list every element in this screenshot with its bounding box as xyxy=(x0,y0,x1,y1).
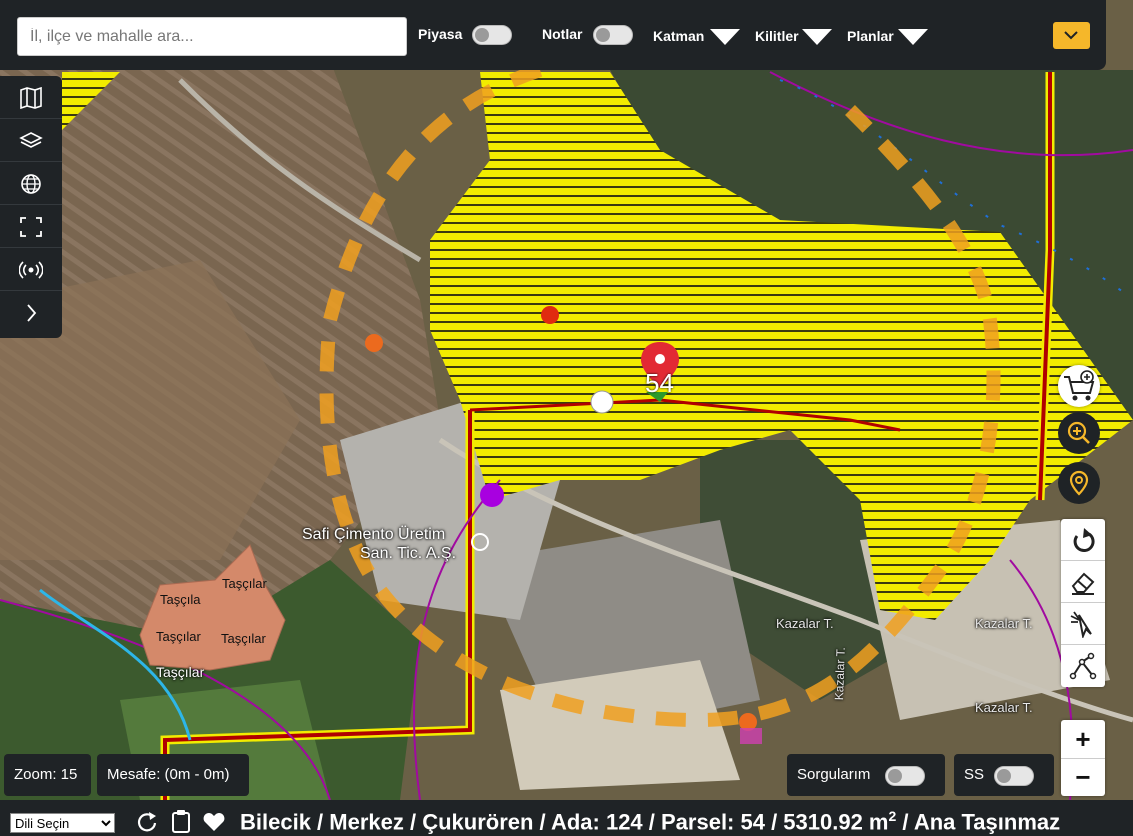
poi-dot-white[interactable] xyxy=(590,390,614,414)
search-input[interactable] xyxy=(17,17,407,56)
left-toolbar xyxy=(0,76,62,338)
layers-icon xyxy=(19,132,43,148)
kilitler-chevron-down-icon[interactable] xyxy=(802,29,832,45)
zoom-search-icon xyxy=(1067,421,1090,444)
piyasa-label: Piyasa xyxy=(418,26,463,42)
zoom-out-button[interactable]: − xyxy=(1061,759,1105,796)
top-toolbar: Piyasa Notlar Katman Kilitler Planlar xyxy=(0,0,1106,70)
zoom-level-display: Zoom: 15 xyxy=(4,754,91,796)
undo-icon xyxy=(1073,528,1095,552)
broadcast-button[interactable] xyxy=(0,248,62,291)
layers-button[interactable] xyxy=(0,119,62,162)
ss-toggle[interactable] xyxy=(994,766,1034,786)
breadcrumb-suffix: / Ana Taşınmaz xyxy=(896,809,1061,835)
favorite-heart-icon[interactable] xyxy=(203,812,225,832)
notlar-label: Notlar xyxy=(542,26,583,42)
refresh-icon[interactable] xyxy=(136,811,158,833)
expand-menu-button[interactable] xyxy=(1053,22,1090,49)
zoom-controls: + − xyxy=(1061,720,1105,796)
road-label: Kazalar T. xyxy=(832,646,848,701)
eraser-icon xyxy=(1071,572,1095,595)
clipboard-icon[interactable] xyxy=(170,809,192,833)
place-label: Taşçılar xyxy=(156,629,201,644)
factory-label-line1: Safi Çimento Üretim xyxy=(302,526,446,543)
select-tool-button[interactable] xyxy=(1061,603,1105,645)
notlar-toggle[interactable] xyxy=(593,25,633,45)
ss-panel: SS xyxy=(954,754,1054,796)
poi-dot-purple[interactable] xyxy=(480,483,504,507)
ss-label: SS xyxy=(964,766,985,783)
globe-icon xyxy=(21,174,41,194)
sorgularim-toggle[interactable] xyxy=(885,766,925,786)
satellite-map[interactable] xyxy=(0,0,1133,800)
place-label: Kazalar T. xyxy=(975,616,1033,631)
polyline-tool-button[interactable] xyxy=(1061,645,1105,687)
distance-display: Mesafe: (0m - 0m) xyxy=(97,754,249,796)
add-to-cart-button[interactable] xyxy=(1058,365,1100,407)
language-select[interactable]: Dili Seçin xyxy=(10,813,115,833)
chevron-down-icon xyxy=(1064,31,1078,40)
drawing-tools xyxy=(1061,519,1105,687)
piyasa-toggle[interactable] xyxy=(472,25,512,45)
place-label: Taşçılar xyxy=(156,664,205,680)
parcel-breadcrumb: Bilecik / Merkez / Çukurören / Ada: 124 … xyxy=(240,808,1060,835)
location-button[interactable] xyxy=(1058,462,1100,504)
zoom-in-button[interactable]: + xyxy=(1061,720,1105,759)
pointer-tool-icon xyxy=(1070,611,1092,638)
polyline-icon xyxy=(1069,652,1097,680)
breadcrumb-text: Bilecik / Merkez / Çukurören / Ada: 124 … xyxy=(240,809,889,835)
place-label: Kazalar T. xyxy=(776,616,834,631)
place-label: Taşçılar xyxy=(221,631,266,646)
katman-dropdown[interactable]: Katman xyxy=(653,28,704,44)
undo-button[interactable] xyxy=(1061,519,1105,561)
cart-add-icon xyxy=(1064,370,1095,401)
eraser-button[interactable] xyxy=(1061,561,1105,603)
zoom-search-button[interactable] xyxy=(1058,412,1100,454)
poi-dot-red[interactable] xyxy=(541,306,559,324)
factory-label-line2: San. Tic. A.Ş. xyxy=(360,545,457,562)
fullscreen-button[interactable] xyxy=(0,205,62,248)
map-icon xyxy=(20,87,42,109)
chevron-right-icon xyxy=(27,304,37,322)
place-label: Taşçılar xyxy=(222,576,267,591)
globe-button[interactable] xyxy=(0,162,62,205)
fullscreen-icon xyxy=(20,217,42,237)
expand-sidebar-button[interactable] xyxy=(0,291,62,334)
place-label: Taşçıla xyxy=(160,592,201,607)
location-pin-icon xyxy=(1069,470,1089,496)
poi-dot-orange[interactable] xyxy=(365,334,383,352)
planlar-dropdown[interactable]: Planlar xyxy=(847,28,894,44)
place-label: Kazalar T. xyxy=(975,700,1033,715)
kilitler-dropdown[interactable]: Kilitler xyxy=(755,28,799,44)
sorgularim-label: Sorgularım xyxy=(797,766,871,783)
katman-chevron-down-icon[interactable] xyxy=(710,29,740,45)
sorgularim-panel: Sorgularım xyxy=(787,754,945,796)
map-view-button[interactable] xyxy=(0,76,62,119)
parcel-number-label: 54 xyxy=(645,368,674,398)
planlar-chevron-down-icon[interactable] xyxy=(898,29,928,45)
broadcast-icon xyxy=(19,261,43,279)
